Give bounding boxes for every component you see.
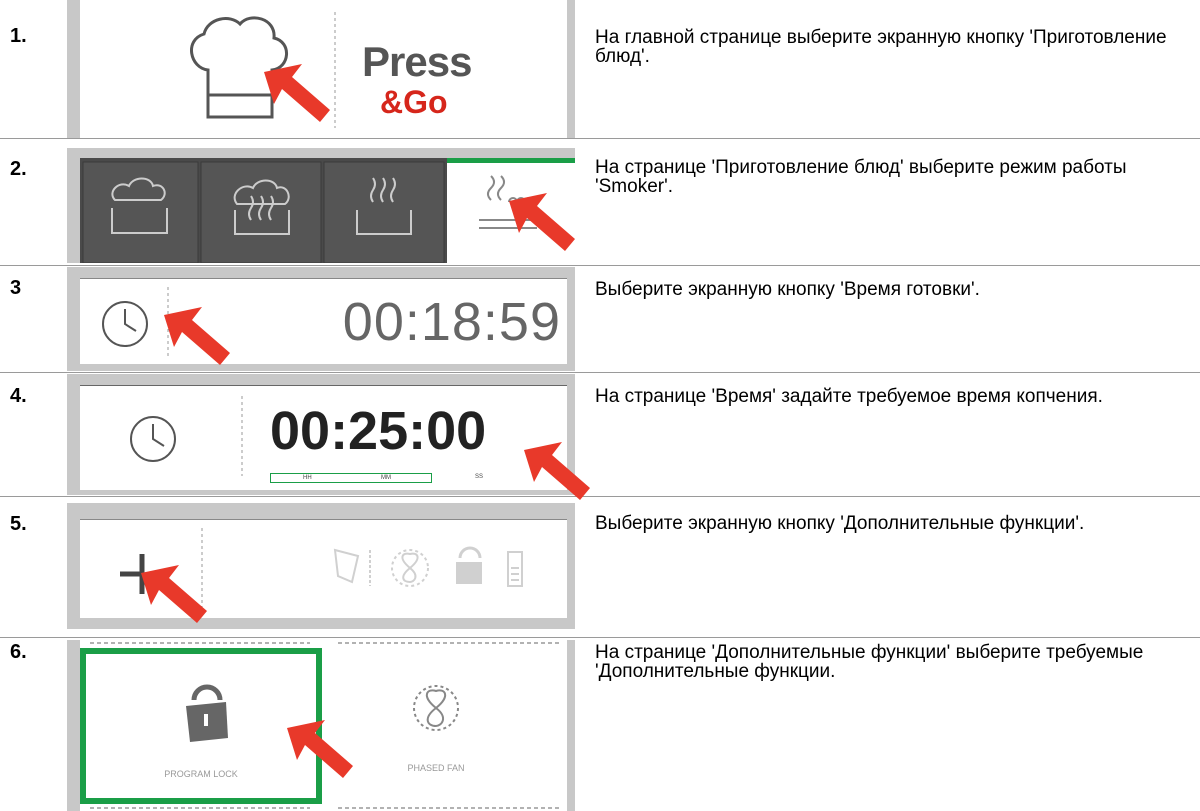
row-separator bbox=[0, 372, 1200, 373]
step-number: 3 bbox=[10, 277, 22, 299]
ss-label[interactable]: SS bbox=[475, 474, 483, 480]
lock-icon bbox=[456, 546, 482, 584]
hh-mm-field[interactable]: HH MM bbox=[270, 473, 432, 483]
go-label[interactable]: &Go bbox=[380, 84, 448, 121]
program-lock-label: PROGRAM LOCK bbox=[164, 769, 238, 779]
hot-air-mode-tile[interactable] bbox=[323, 161, 445, 263]
hh-label: HH bbox=[303, 475, 312, 481]
pointer-arrow-icon bbox=[264, 64, 330, 122]
step-number: 4. bbox=[10, 385, 27, 407]
time-setting-display[interactable]: 00:25:00 bbox=[270, 400, 486, 462]
lock-icon bbox=[186, 684, 228, 742]
step-description: На главной странице выберите экранную кн… bbox=[595, 27, 1167, 67]
step-description: На странице 'Время' задайте требуемое вр… bbox=[595, 386, 1103, 407]
row-separator bbox=[0, 637, 1200, 638]
phased-fan-label: PHASED FAN bbox=[407, 763, 465, 773]
battery-icon bbox=[507, 551, 523, 587]
row-separator bbox=[0, 265, 1200, 266]
combi-mode-tile[interactable] bbox=[200, 161, 322, 263]
screen-panel: 00:25:00 HH MM SS bbox=[67, 374, 590, 500]
step-number: 6. bbox=[10, 641, 27, 663]
row-separator bbox=[0, 138, 1200, 139]
step-description: На странице 'Приготовление блюд' выберит… bbox=[595, 157, 1127, 197]
divider bbox=[241, 396, 243, 476]
fan-icon bbox=[391, 549, 429, 587]
step-description: Выберите экранную кнопку 'Время готовки'… bbox=[595, 279, 980, 300]
step-number: 1. bbox=[10, 25, 27, 47]
step-number: 5. bbox=[10, 513, 27, 535]
fan-icon bbox=[413, 685, 459, 731]
screen-panel: Press &Go bbox=[67, 0, 575, 138]
press-label[interactable]: Press bbox=[362, 38, 472, 86]
row-separator bbox=[0, 496, 1200, 497]
pointer-arrow-icon bbox=[509, 193, 575, 251]
screen-panel: 00:18:59 bbox=[67, 267, 575, 371]
step-description: Выберите экранную кнопку 'Дополнительные… bbox=[595, 513, 1085, 534]
pointer-arrow-icon bbox=[287, 720, 353, 778]
clock-icon bbox=[130, 416, 176, 462]
phased-fan-tile[interactable]: PHASED FAN bbox=[325, 648, 567, 804]
pointer-arrow-icon bbox=[164, 307, 230, 365]
screen-panel: PROGRAM LOCK PHASED FAN bbox=[67, 640, 575, 811]
screen-panel bbox=[67, 503, 575, 629]
pointer-arrow-icon bbox=[141, 565, 207, 623]
step-description: На странице 'Дополнительные функции' выб… bbox=[595, 642, 1144, 682]
step-number: 2. bbox=[10, 158, 27, 180]
mm-label: MM bbox=[381, 475, 391, 481]
pointer-arrow-icon bbox=[524, 442, 590, 500]
steam-mode-tile[interactable] bbox=[82, 161, 199, 263]
clock-icon[interactable] bbox=[102, 301, 148, 347]
screen-panel bbox=[67, 148, 575, 263]
cooking-time-display[interactable]: 00:18:59 bbox=[343, 291, 561, 353]
probe-icon bbox=[333, 548, 371, 586]
